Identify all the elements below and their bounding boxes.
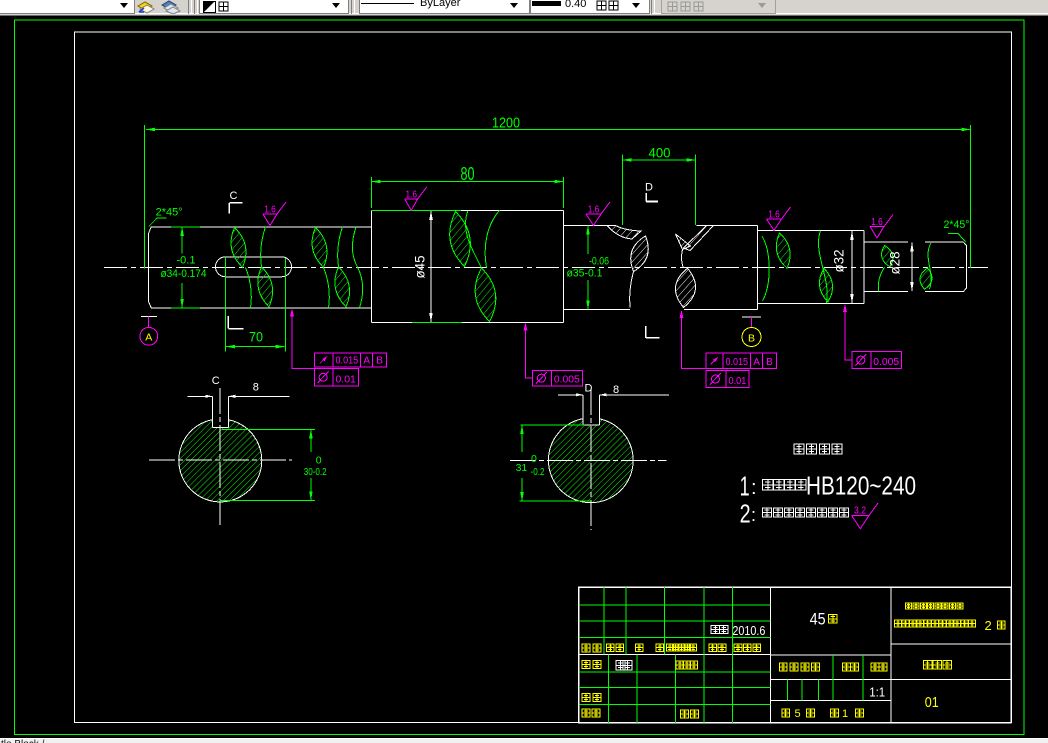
- svg-text:1.6: 1.6: [405, 188, 417, 200]
- svg-text:8: 8: [253, 382, 259, 394]
- svg-text:0.01: 0.01: [729, 376, 747, 387]
- svg-text:D: D: [585, 383, 593, 395]
- svg-text:2010.6: 2010.6: [732, 624, 765, 638]
- svg-text:C: C: [230, 190, 238, 202]
- svg-text:2*45°: 2*45°: [156, 207, 183, 219]
- svg-text:D: D: [645, 182, 653, 194]
- svg-text:2*45°: 2*45°: [944, 219, 970, 231]
- svg-text:0.005: 0.005: [873, 357, 899, 368]
- svg-text:0.015: 0.015: [726, 357, 749, 368]
- svg-text:80: 80: [461, 164, 475, 184]
- svg-text:B: B: [766, 357, 773, 368]
- svg-text:70: 70: [249, 329, 263, 345]
- svg-text:A: A: [145, 332, 152, 344]
- svg-text:ø34-0.174: ø34-0.174: [161, 268, 207, 280]
- svg-text:8: 8: [613, 384, 619, 396]
- svg-text:1.6: 1.6: [264, 204, 276, 216]
- svg-text:ø35-0.1: ø35-0.1: [567, 268, 603, 280]
- svg-text:1:1: 1:1: [869, 685, 885, 700]
- svg-text:-0.1: -0.1: [177, 255, 196, 267]
- svg-text:1.6: 1.6: [768, 209, 780, 221]
- svg-text:A: A: [363, 356, 370, 367]
- svg-text:1: 1: [740, 471, 750, 502]
- svg-text:ø32: ø32: [832, 250, 847, 273]
- svg-text::: :: [751, 505, 756, 525]
- svg-text::: :: [751, 477, 757, 499]
- svg-text:1200: 1200: [492, 115, 520, 131]
- svg-text:1.6: 1.6: [588, 204, 600, 216]
- svg-text:A: A: [753, 357, 760, 368]
- svg-text:B: B: [748, 332, 755, 344]
- svg-text:-0.06: -0.06: [589, 256, 609, 268]
- svg-text:1.6: 1.6: [871, 216, 883, 228]
- svg-text:0: 0: [531, 453, 537, 465]
- svg-text:ø28: ø28: [888, 252, 903, 275]
- svg-text:B: B: [376, 356, 383, 367]
- svg-text:HB120~240: HB120~240: [806, 471, 916, 501]
- svg-text:45: 45: [810, 610, 826, 629]
- svg-text:400: 400: [649, 145, 671, 161]
- svg-text:2: 2: [740, 499, 751, 529]
- svg-text:C: C: [212, 375, 220, 387]
- svg-text:01: 01: [925, 694, 939, 711]
- svg-text:30-0.2: 30-0.2: [304, 466, 327, 478]
- svg-text:0.015: 0.015: [336, 356, 359, 367]
- svg-text:3.2: 3.2: [854, 505, 866, 517]
- svg-text:0: 0: [316, 454, 322, 466]
- svg-text:1: 1: [842, 708, 848, 720]
- svg-text:-0.2: -0.2: [531, 466, 545, 478]
- svg-text:0.005: 0.005: [554, 374, 580, 385]
- svg-text:2: 2: [985, 618, 992, 633]
- svg-text:31: 31: [516, 462, 528, 474]
- svg-text:5: 5: [794, 708, 800, 720]
- svg-text:0.01: 0.01: [336, 374, 357, 385]
- svg-text:ø45: ø45: [413, 256, 428, 279]
